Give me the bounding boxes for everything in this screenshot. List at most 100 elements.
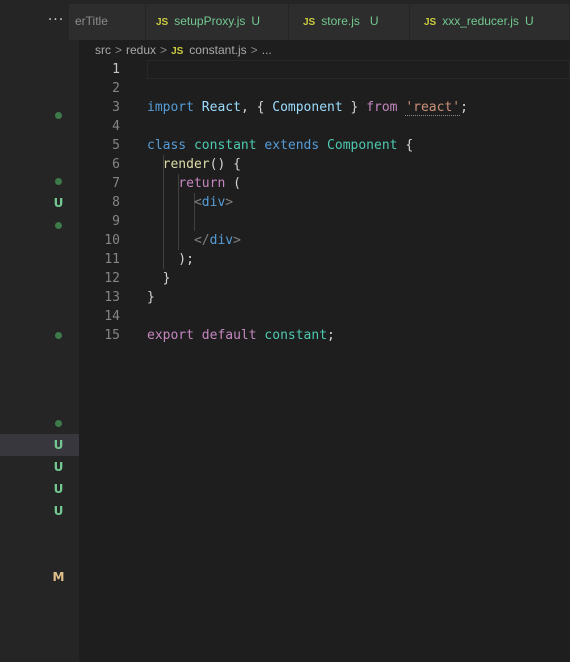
code-line[interactable]: 8 <div> [79, 193, 570, 212]
code-line[interactable]: 3 import React, { Component } from 'react… [79, 98, 570, 117]
line-number: 6 [112, 157, 120, 172]
breadcrumb-file[interactable]: constant.js [189, 43, 246, 57]
explorer-file-row[interactable] [0, 324, 79, 346]
code-token: render [162, 157, 210, 172]
explorer-sidebar: ··· UUUUUM [0, 0, 79, 662]
code-line[interactable]: 6 render() { [79, 155, 570, 174]
line-number: 7 [112, 176, 120, 191]
js-file-icon: JS [303, 17, 316, 28]
line-number: 4 [112, 119, 120, 134]
chevron-right-icon: > [250, 43, 258, 57]
code-token: extends [264, 138, 320, 153]
code-line[interactable]: 1 [79, 60, 570, 79]
explorer-file-row[interactable]: U [0, 192, 79, 214]
tab-xxx-reducer[interactable]: JS xxx_reducer.js U [410, 4, 570, 40]
code-line[interactable]: 15 export default constant; [79, 326, 570, 345]
breadcrumb-redux[interactable]: redux [126, 43, 156, 57]
code-text: export default constant; [147, 326, 335, 345]
code-line[interactable]: 2 [79, 79, 570, 98]
explorer-file-row[interactable]: M [0, 566, 79, 588]
code-token: } [342, 100, 367, 115]
js-file-icon: JS [171, 46, 184, 57]
code-line[interactable]: 11 ); [79, 250, 570, 269]
line-number: 11 [104, 252, 120, 267]
changes-dot-icon [55, 178, 62, 185]
code-token: > [225, 195, 234, 210]
code-token: , { [240, 100, 273, 115]
code-text: import React, { Component } from 'react'… [147, 98, 468, 117]
explorer-file-row[interactable]: U [0, 434, 79, 456]
code-text: } [147, 269, 171, 288]
untracked-badge: U [53, 438, 64, 452]
explorer-file-row[interactable] [0, 214, 79, 236]
explorer-file-row[interactable] [0, 412, 79, 434]
explorer-file-row[interactable]: U [0, 500, 79, 522]
code-token: } [147, 271, 171, 286]
code-token: </ [193, 233, 210, 248]
changes-dot-icon [55, 222, 62, 229]
tab-title-js[interactable]: erTitle [69, 4, 146, 40]
breadcrumb-symbols[interactable]: ... [262, 43, 272, 57]
code-text: } [147, 288, 155, 307]
code-line[interactable]: 13} [79, 288, 570, 307]
code-token: ); [147, 252, 194, 267]
line-number: 9 [112, 214, 120, 229]
untracked-badge: U [53, 482, 64, 496]
code-line[interactable]: 10 </div> [79, 231, 570, 250]
code-token: React [201, 100, 241, 115]
code-editor[interactable]: 1 2 3 import React, { Component } from 'rea… [79, 60, 570, 662]
tab-label: setupProxy.js [174, 14, 246, 28]
code-line[interactable]: 4 [79, 117, 570, 136]
tab-store[interactable]: JS store.js U [289, 4, 410, 40]
untracked-badge: U [251, 14, 261, 28]
code-token: constant [264, 328, 328, 343]
tab-label: store.js [321, 14, 360, 28]
code-text: return ( [147, 174, 241, 193]
modified-badge: M [52, 570, 65, 584]
explorer-file-row[interactable] [0, 104, 79, 126]
untracked-badge: U [524, 14, 534, 28]
code-line[interactable]: 7 return ( [79, 174, 570, 193]
breadcrumb-src[interactable]: src [95, 43, 111, 57]
code-token: > [233, 233, 241, 248]
untracked-badge: U [53, 504, 64, 518]
code-text: ); [147, 250, 194, 269]
untracked-badge: U [369, 14, 379, 28]
code-token: ( [225, 176, 241, 191]
code-token: 'react' [405, 100, 461, 116]
code-line[interactable]: 14 [79, 307, 570, 326]
tab-setupproxy[interactable]: JS setupProxy.js U [146, 4, 289, 40]
changes-dot-icon [55, 112, 62, 119]
tab-label: xxx_reducer.js [442, 14, 519, 28]
line-number: 14 [104, 309, 120, 324]
explorer-file-row[interactable] [0, 170, 79, 192]
code-token: div [209, 233, 234, 248]
untracked-badge: U [53, 196, 64, 210]
line-number: 12 [104, 271, 120, 286]
more-actions-icon[interactable]: ··· [44, 10, 68, 30]
breadcrumb: src > redux > JS constant.js >... [79, 40, 570, 60]
code-line[interactable]: 9 [79, 212, 570, 231]
explorer-file-row[interactable]: U [0, 456, 79, 478]
line-number: 10 [104, 233, 120, 248]
line-number: 5 [112, 138, 120, 153]
code-line[interactable]: 12 } [79, 269, 570, 288]
code-text: </div> [147, 231, 241, 250]
js-file-icon: JS [424, 17, 437, 28]
code-token: import [147, 100, 194, 115]
chevron-right-icon: > [160, 43, 168, 57]
code-token: div [201, 195, 226, 210]
code-line[interactable]: 5 class constant extends Component { [79, 136, 570, 155]
js-file-icon: JS [156, 17, 169, 28]
explorer-file-row[interactable]: U [0, 478, 79, 500]
line-number: 3 [112, 100, 120, 115]
current-line-highlight [147, 60, 570, 79]
code-token: } [147, 290, 155, 305]
code-token: () { [209, 157, 241, 172]
line-number: 2 [112, 81, 120, 96]
